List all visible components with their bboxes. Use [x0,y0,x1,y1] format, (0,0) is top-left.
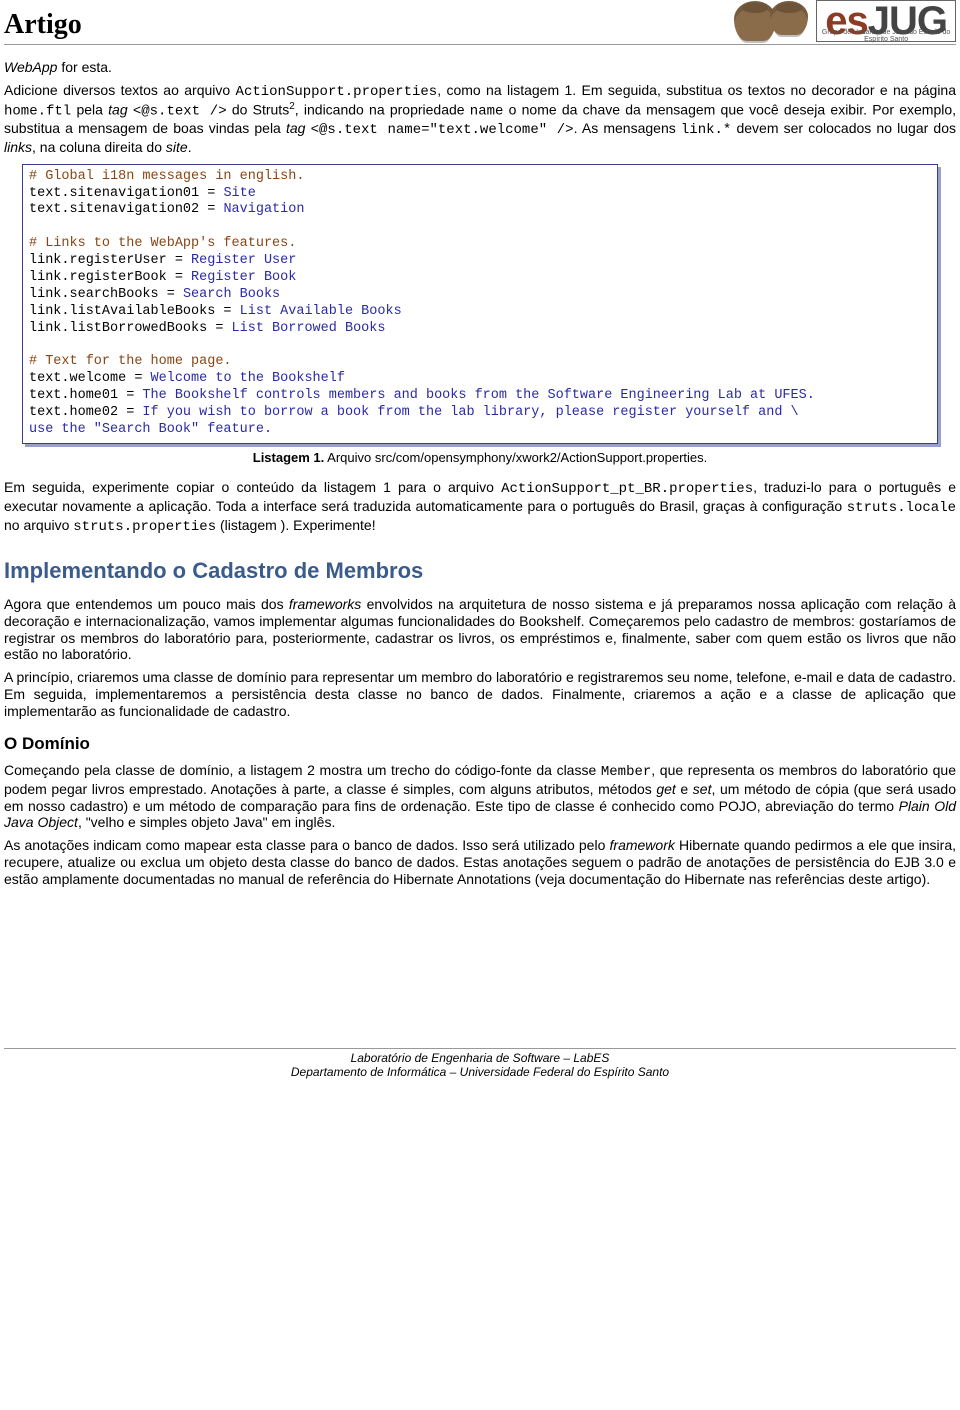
t: Começando pela classe de domínio, a list… [4,762,601,778]
code-key: text.welcome = [29,371,151,386]
ital-set: set [693,781,712,797]
code-val: List Available Books [240,304,402,319]
code-key: text.home02 = [29,405,142,420]
code-comment: # Text for the home page. [29,354,232,369]
t: , indicando na propriedade [295,101,470,117]
code-member: Member [601,764,651,780]
section2-p1: Começando pela classe de domínio, a list… [4,762,956,831]
t: no arquivo [4,517,73,533]
code-val: List Borrowed Books [232,321,386,336]
after-listing-paragraph: Em seguida, experimente copiar o conteúd… [4,479,956,535]
intro-foresta: for esta. [57,59,111,75]
pots-icon [734,1,808,41]
t: , "velho e simples objeto Java" em inglê… [78,814,335,830]
code-stext: <@s.text /> [133,103,227,119]
code-actionsupport: ActionSupport.properties [236,84,438,100]
code-comment: # Links to the WebApp's features. [29,236,296,251]
code-key: text.sitenavigation01 = [29,186,223,201]
code-val: use the "Search Book" feature. [29,422,272,437]
listing-1-caption: Listagem 1. Arquivo src/com/opensymphony… [4,450,956,466]
footer-line2: Departamento de Informática – Universida… [291,1065,669,1079]
t: Em seguida, experimente copiar o conteúd… [4,479,501,495]
caption-bold: Listagem 1. [253,450,325,465]
code-val: The Bookshelf controls members and books… [142,388,814,403]
code-key: text.home01 = [29,388,142,403]
ital-tag2: tag [286,120,305,136]
header-title: Artigo [4,8,82,42]
ital-frameworks: frameworks [289,596,361,612]
footer-line1: Laboratório de Engenharia de Software – … [351,1051,610,1065]
t: devem ser colocados no lugar dos [731,120,956,136]
code-name: name [470,103,504,119]
intro-paragraph: Adicione diversos textos ao arquivo Acti… [4,82,956,156]
section-implementando-title: Implementando o Cadastro de Membros [4,558,956,584]
logo-text: esJUG Grupo de Usuários de Java do Estad… [816,0,956,42]
code-val: If you wish to borrow a book from the la… [142,405,798,420]
t: . As mensagens [574,120,681,136]
t: pela [71,101,108,117]
code-key: link.searchBooks = [29,287,183,302]
t: Adicione diversos textos ao arquivo [4,82,236,98]
code-val: Site [223,186,255,201]
page-header: Artigo esJUG Grupo de Usuários de Java d… [4,0,956,45]
listing-1-codebox: # Global i18n messages in english. text.… [22,164,938,444]
ital-links: links [4,139,32,155]
t: . [188,139,192,155]
code-ptbr: ActionSupport_pt_BR.properties [501,481,753,497]
t: (listagem ). Experimente! [216,517,376,533]
code-val: Search Books [183,287,280,302]
code-homeftl: home.ftl [4,103,71,119]
code-strutslocale: struts.locale [847,500,956,516]
code-val: Register Book [191,270,296,285]
code-comment: # Global i18n messages in english. [29,169,304,184]
code-key: link.registerBook = [29,270,191,285]
code-val: Register User [191,253,296,268]
code-linkstar: link.* [681,122,731,138]
t: Agora que entendemos um pouco mais dos [4,596,289,612]
code-key: link.listAvailableBooks = [29,304,240,319]
code-key: text.sitenavigation02 = [29,202,223,217]
ital-site: site [166,139,188,155]
section-dominio-title: O Domínio [4,734,956,754]
t: , na coluna direita do [32,139,166,155]
ital-get: get [656,781,675,797]
code-val: Navigation [223,202,304,217]
ital-tag: tag [108,101,127,117]
code-stext-welcome: <@s.text name="text.welcome" /> [311,122,574,138]
intro-fragment: WebApp for esta. [4,59,956,76]
logo-subtitle: Grupo de Usuários de Java do Estado do E… [821,29,951,43]
section1-p1: Agora que entendemos um pouco mais dos f… [4,596,956,663]
code-val: Welcome to the Bookshelf [151,371,345,386]
ital-framework: framework [610,837,675,853]
section2-p2: As anotações indicam como mapear esta cl… [4,837,956,887]
t: , como na listagem 1. Em seguida, substi… [437,82,956,98]
intro-webapp: WebApp [4,59,57,75]
t: e [676,781,693,797]
section1-p2: A princípio, criaremos uma classe de dom… [4,669,956,719]
page-footer: Laboratório de Engenharia de Software – … [4,1048,956,1080]
t: do Struts [227,101,290,117]
caption-rest: Arquivo src/com/opensymphony/xwork2/Acti… [324,450,707,465]
t: As anotações indicam como mapear esta cl… [4,837,610,853]
code-key: link.listBorrowedBooks = [29,321,232,336]
logo: esJUG Grupo de Usuários de Java do Estad… [734,0,956,42]
code-strutsprops: struts.properties [73,519,216,535]
code-key: link.registerUser = [29,253,191,268]
